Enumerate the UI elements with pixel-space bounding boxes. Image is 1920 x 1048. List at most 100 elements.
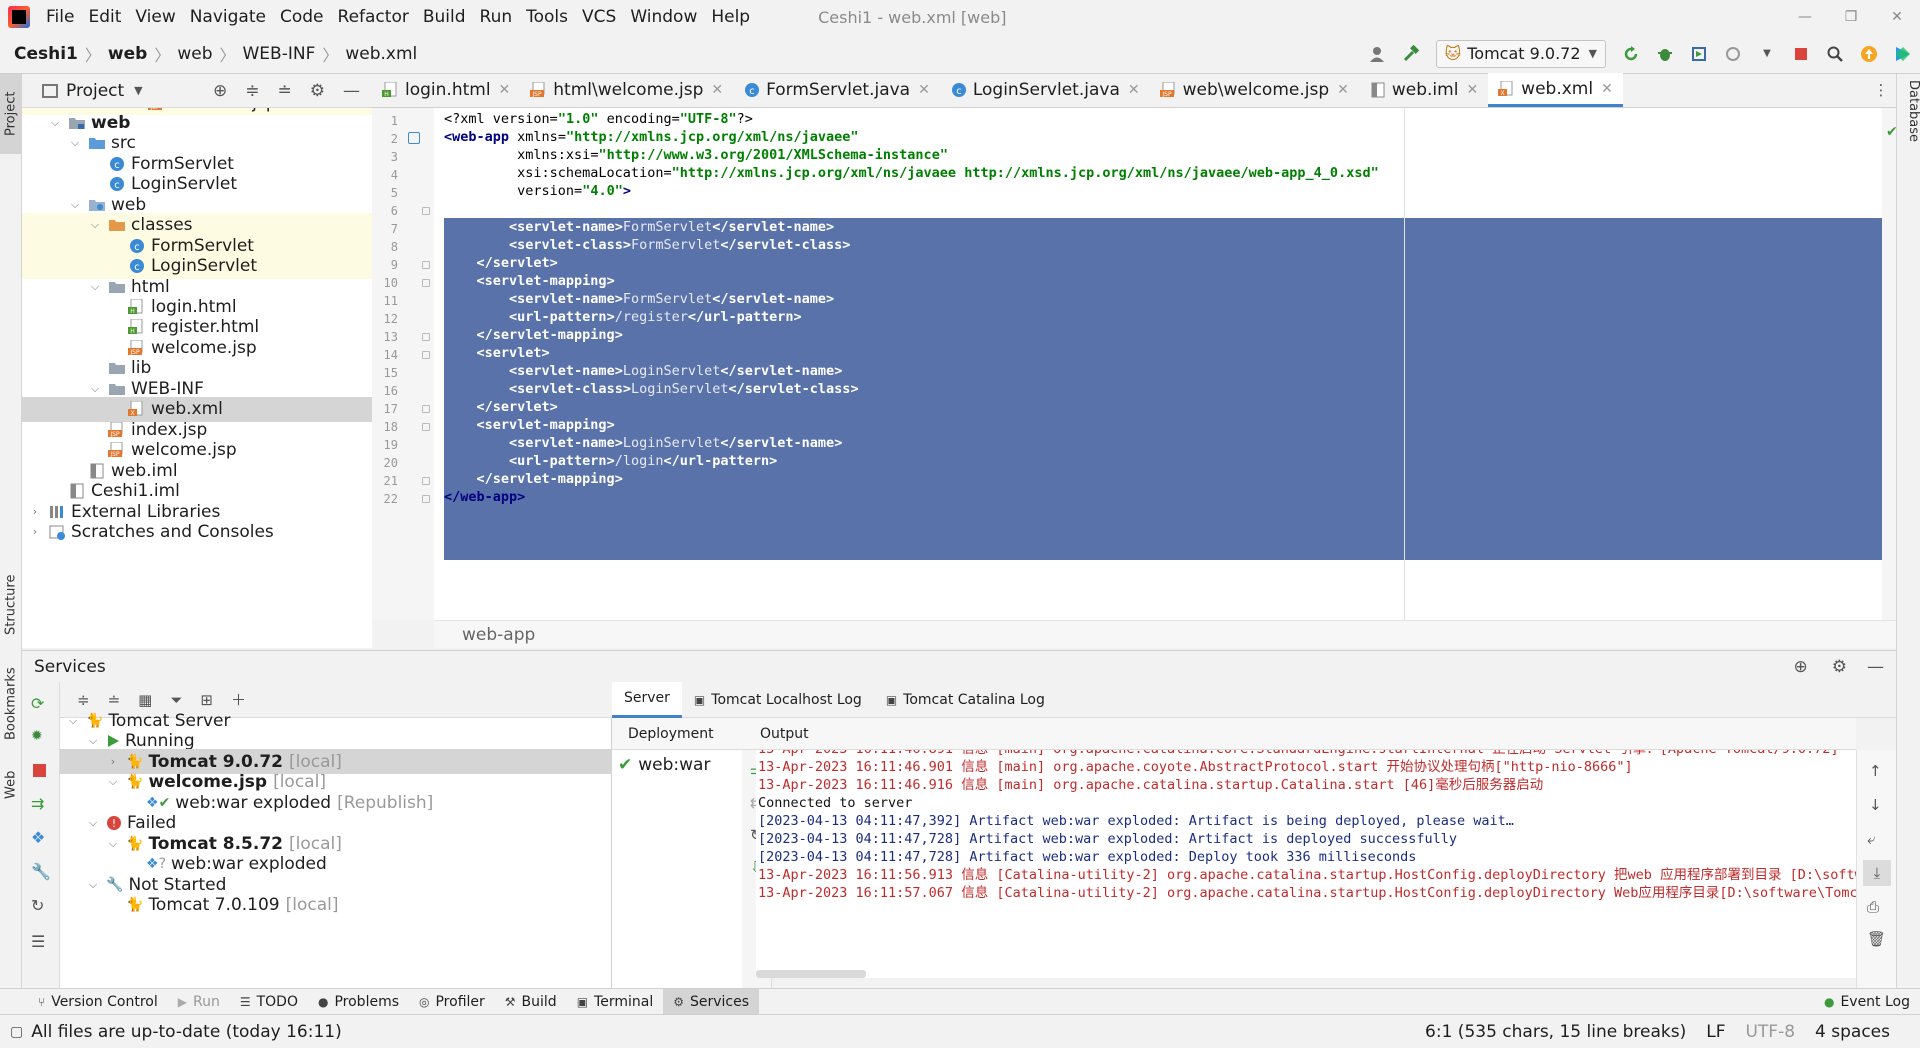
file-encoding[interactable]: UTF-8 (1745, 1022, 1795, 1042)
chevron-down-icon[interactable]: ⌵ (68, 136, 82, 150)
update-icon[interactable] (1859, 44, 1879, 64)
chevron-down-icon[interactable]: ⌵ (86, 734, 100, 748)
project-panel-title[interactable]: Project (66, 81, 124, 101)
rerun-icon[interactable]: ⟳ (31, 694, 44, 713)
breadcrumb-item[interactable]: web (173, 44, 216, 64)
menu-help[interactable]: Help (705, 0, 758, 34)
add-icon[interactable]: ＋ (231, 689, 246, 710)
trash-icon[interactable]: 🗑 (1867, 930, 1886, 948)
fold-icon[interactable] (422, 495, 430, 503)
stop-icon[interactable] (1791, 44, 1811, 64)
server-tab[interactable]: ▣ Tomcat Localhost Log (682, 682, 874, 718)
rerun-icon[interactable] (1621, 44, 1641, 64)
editor-tab[interactable]: web.iml ✕ (1359, 73, 1488, 107)
hide-icon[interactable]: — (343, 81, 360, 101)
deploy-icon[interactable]: ⇉ (31, 794, 44, 813)
menu-navigate[interactable]: Navigate (184, 0, 274, 34)
run-configuration-select[interactable]: 🐱 Tomcat 9.0.72 ▼ (1435, 39, 1606, 68)
fold-icon[interactable] (422, 261, 430, 269)
menu-code[interactable]: Code (274, 0, 332, 34)
fold-icon[interactable] (422, 207, 430, 215)
tool-tab-build[interactable]: ⚒ Build (495, 989, 567, 1015)
close-tab-icon[interactable]: ✕ (1337, 82, 1349, 98)
output-console[interactable]: 13-Apr-2023 16:11:46.891 信息 [main] org.a… (756, 750, 1856, 978)
menu-window[interactable]: Window (624, 0, 705, 34)
menu-refactor[interactable]: Refactor (332, 0, 417, 34)
soft-wrap-icon[interactable]: ⤶ (1867, 830, 1875, 848)
menu-build[interactable]: Build (417, 0, 474, 34)
stripe-tab-database[interactable]: Database (1899, 80, 1920, 170)
chevron-down-icon[interactable]: ⌵ (88, 382, 102, 396)
collapse-all-icon[interactable]: ≐ (108, 691, 121, 709)
debug-icon[interactable]: ✹ (31, 728, 43, 744)
build-hammer-icon[interactable] (1401, 44, 1421, 64)
indent-setting[interactable]: 4 spaces (1815, 1022, 1890, 1042)
tool-tab-profiler[interactable]: ◎ Profiler (409, 989, 495, 1015)
close-tab-icon[interactable]: ✕ (1128, 82, 1140, 98)
editor-tab[interactable]: JSP web\welcome.jsp ✕ (1150, 73, 1359, 107)
editor-scrollbar[interactable]: ✔ (1882, 108, 1898, 620)
collapse-all-icon[interactable]: ≐ (278, 81, 292, 101)
caret-position[interactable]: 6:1 (535 chars, 15 line breaks) (1425, 1022, 1686, 1042)
tool-tab-run[interactable]: ▶ Run (168, 989, 230, 1015)
breadcrumb-item[interactable]: WEB-INF (239, 44, 320, 64)
chevron-down-icon[interactable]: ⌵ (66, 714, 80, 728)
more-tabs-icon[interactable]: ⋮ (1866, 73, 1896, 107)
gear-icon[interactable]: ⚙ (310, 81, 325, 101)
print-icon[interactable]: ⎙ (1867, 898, 1879, 916)
filter-icon[interactable]: ⏷ (170, 691, 182, 709)
chevron-down-icon[interactable]: ⌵ (88, 280, 102, 294)
minimize-icon[interactable]: — (1782, 9, 1828, 25)
group-by-icon[interactable]: ▦ (138, 691, 152, 709)
locate-icon[interactable]: ⊕ (1794, 657, 1808, 677)
project-tree-item[interactable]: › Scratches and Consoles (22, 519, 372, 544)
code-editor[interactable]: <?xml version="1.0" encoding="UTF-8"?> <w… (434, 108, 1896, 620)
scroll-to-end-icon[interactable]: ⤓ (1863, 860, 1891, 886)
menu-view[interactable]: View (129, 0, 183, 34)
fold-icon[interactable] (422, 405, 430, 413)
menu-edit[interactable]: Edit (82, 0, 129, 34)
wrench-icon[interactable]: 🔧 (31, 862, 51, 881)
editor-tab[interactable]: JSP html\welcome.jsp ✕ (520, 73, 733, 107)
chevron-down-icon[interactable]: ⌵ (86, 878, 100, 892)
breadcrumb-item[interactable]: web (104, 44, 151, 64)
server-tab[interactable]: Server (612, 681, 682, 718)
line-separator[interactable]: LF (1706, 1022, 1725, 1042)
new-tab-icon[interactable]: ⊞ (200, 691, 213, 709)
menu-vcs[interactable]: VCS (576, 0, 624, 34)
profile-icon[interactable] (1723, 44, 1743, 64)
refresh-icon[interactable]: ↻ (31, 896, 44, 915)
close-tab-icon[interactable]: ✕ (1466, 82, 1478, 98)
tool-tab-services[interactable]: ⚙ Services (663, 988, 760, 1015)
menu-tools[interactable]: Tools (520, 0, 576, 34)
fold-icon[interactable] (422, 279, 430, 287)
close-tab-icon[interactable]: ✕ (711, 82, 723, 98)
layout-icon[interactable]: ☰ (31, 932, 45, 951)
tool-tab-todo[interactable]: ☰ TODO (230, 989, 308, 1015)
maximize-icon[interactable]: ❐ (1828, 9, 1874, 25)
chevron-down-icon[interactable]: ⌵ (48, 116, 62, 130)
breadcrumb-item[interactable]: Ceshi1 (10, 44, 82, 64)
chevron-right-icon[interactable]: › (106, 755, 120, 768)
stop-icon[interactable] (33, 764, 46, 777)
bookmark-gutter-icon[interactable] (408, 132, 420, 144)
arrow-down-icon[interactable]: ↓ (1869, 796, 1882, 814)
service-tree-item[interactable]: 🐈 Tomcat 7.0.109 [local] (60, 893, 612, 918)
status-message[interactable]: All files are up-to-date (today 16:11) (31, 1022, 341, 1042)
chevron-down-icon[interactable]: ▼ (134, 84, 142, 97)
editor-breadcrumb[interactable]: web-app (434, 620, 1896, 648)
chevron-down-icon[interactable]: ⌵ (68, 198, 82, 212)
server-tab[interactable]: ▣ Tomcat Catalina Log (874, 682, 1057, 718)
fold-icon[interactable] (422, 351, 430, 359)
output-scrollbar[interactable] (756, 970, 866, 978)
stripe-tab-structure[interactable]: Structure (0, 560, 22, 650)
close-tab-icon[interactable]: ✕ (918, 82, 930, 98)
editor-tab[interactable]: c FormServlet.java ✕ (733, 73, 940, 107)
hide-icon[interactable]: — (1867, 657, 1884, 677)
fold-icon[interactable] (422, 333, 430, 341)
stripe-tab-project[interactable]: Project (0, 74, 22, 154)
breadcrumb-item[interactable]: web.xml (341, 44, 421, 64)
expand-all-icon[interactable]: ≑ (77, 691, 90, 709)
search-icon[interactable] (1825, 44, 1845, 64)
close-tab-icon[interactable]: ✕ (1601, 81, 1613, 97)
